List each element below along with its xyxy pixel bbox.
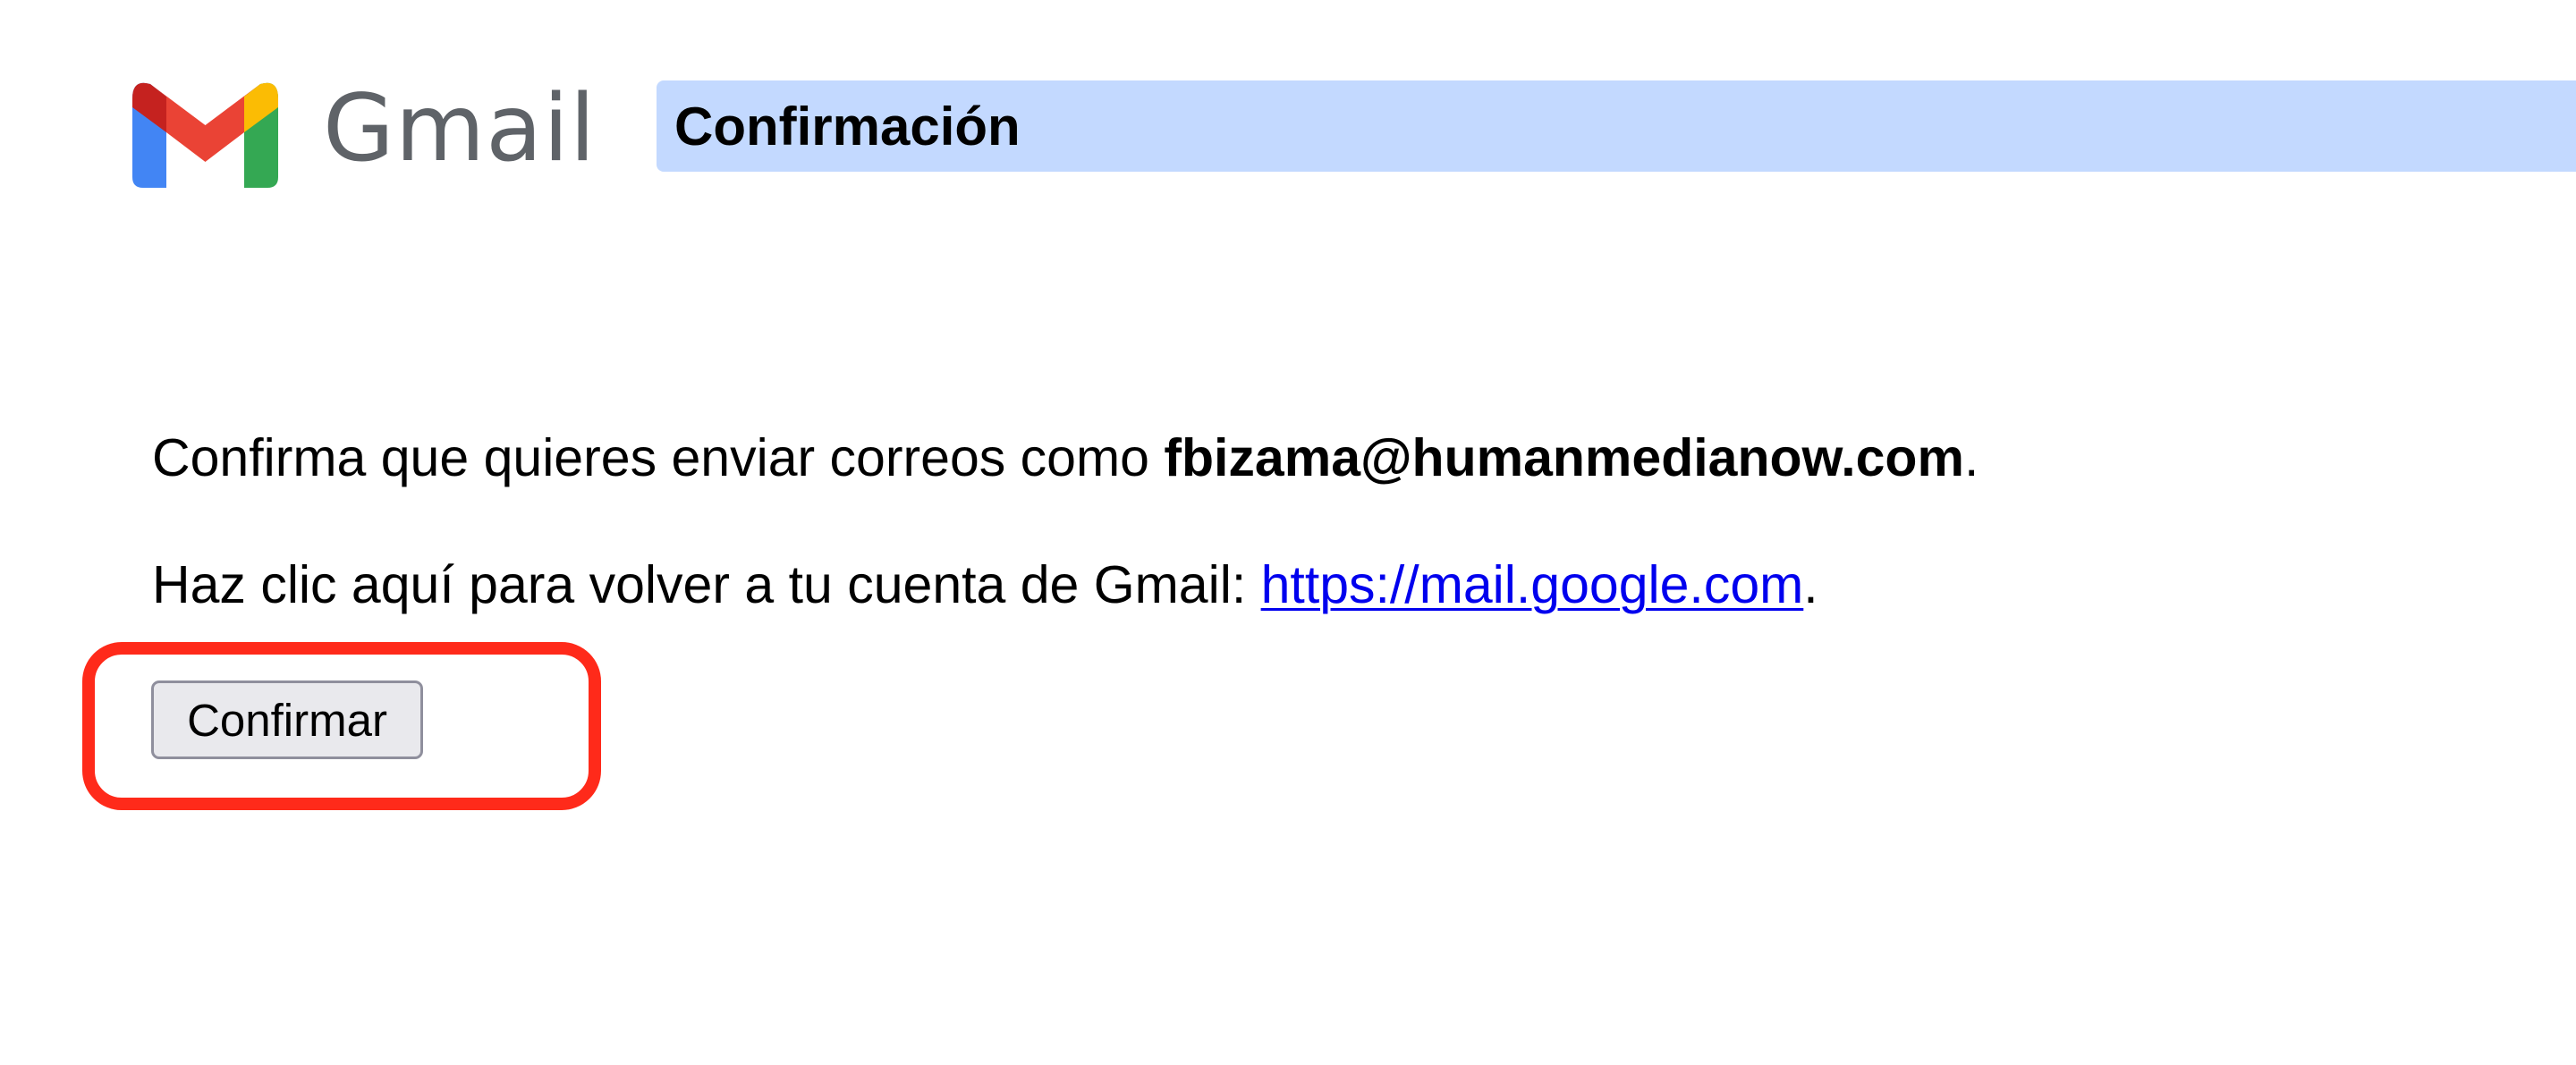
confirm-button[interactable]: Confirmar: [151, 680, 423, 759]
confirm-message-text: Confirma que quieres enviar correos como: [152, 428, 1165, 487]
gmail-logo: Gmail: [132, 77, 597, 188]
sender-email: fbizama@humanmedianow.com: [1164, 428, 1964, 487]
confirm-message: Confirma que quieres enviar correos como…: [152, 427, 1979, 488]
return-message-text: Haz clic aquí para volver a tu cuenta de…: [152, 555, 1261, 614]
return-message-period: .: [1803, 555, 1818, 614]
gmail-wordmark: Gmail: [323, 74, 597, 182]
gmail-m-icon: [132, 82, 278, 188]
return-message: Haz clic aquí para volver a tu cuenta de…: [152, 554, 1818, 615]
confirm-message-period: .: [1963, 428, 1979, 487]
gmail-link[interactable]: https://mail.google.com: [1261, 555, 1804, 614]
page-title: Confirmación: [674, 96, 1021, 156]
page-title-bar: Confirmación: [657, 80, 2576, 172]
